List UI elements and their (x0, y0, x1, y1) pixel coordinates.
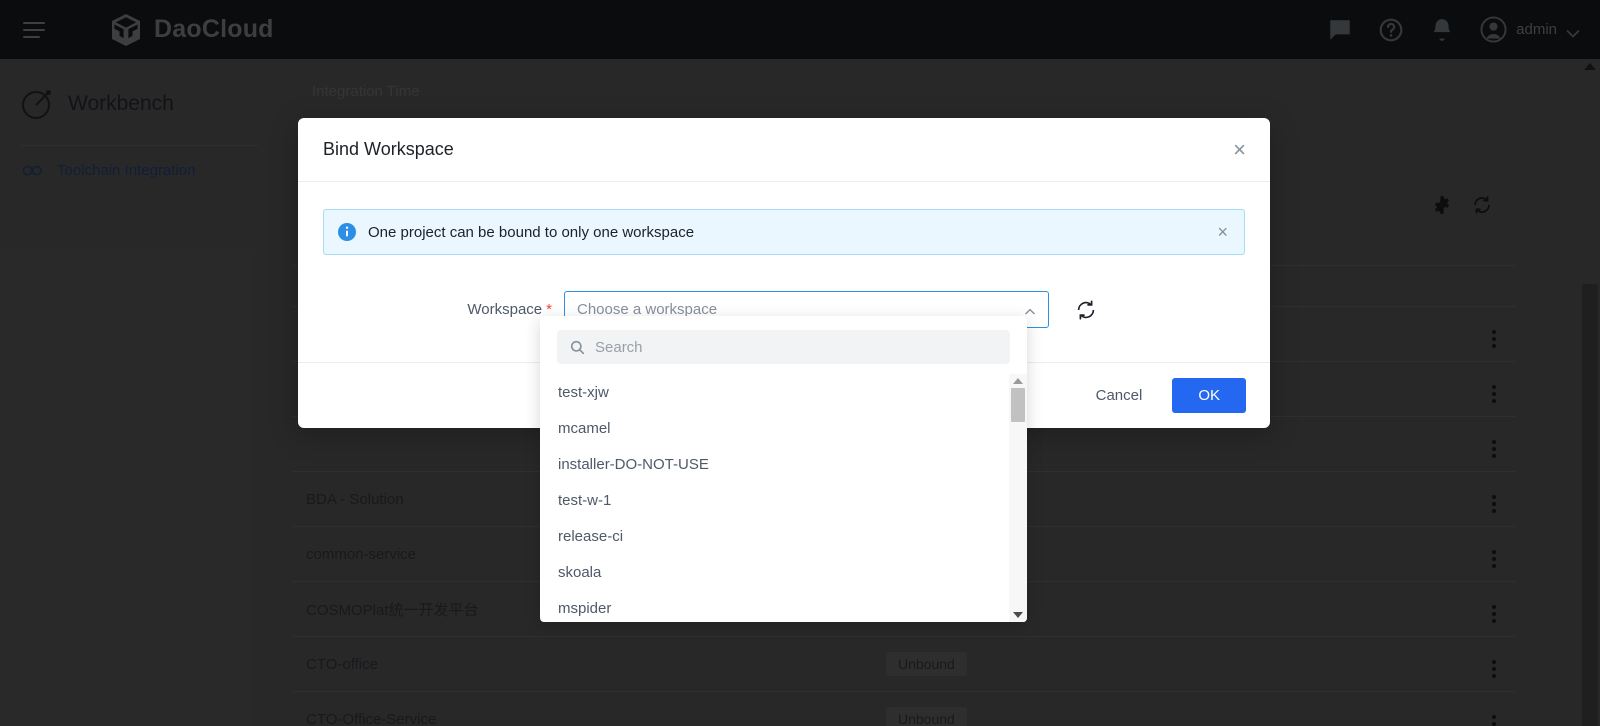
chat-icon[interactable] (1327, 17, 1353, 43)
table-row[interactable]: CTO-Office-Service Unbound (292, 691, 1516, 726)
scroll-up-arrow-icon[interactable] (1584, 63, 1596, 70)
workbench-subtitle: (Ad... (193, 96, 228, 112)
workspace-dropdown: Search test-xjw mcamel installer-DO-NOT-US… (540, 316, 1027, 622)
status-badge: Unbound (886, 707, 967, 726)
cell-actions (1372, 581, 1516, 637)
hamburger-icon[interactable] (23, 21, 45, 38)
cell-project-name: CTO-Office-Service (292, 691, 872, 726)
gear-icon[interactable] (1432, 195, 1452, 215)
row-menu-icon[interactable] (1492, 329, 1502, 348)
cell-actions (1372, 471, 1516, 527)
dropdown-search-wrap: Search (540, 316, 1027, 374)
search-icon (570, 340, 585, 354)
row-menu-icon[interactable] (1492, 549, 1502, 568)
cell-time (1172, 691, 1372, 726)
panel-toolbar (1432, 195, 1492, 215)
table-row[interactable]: CTO-office Unbound (292, 636, 1516, 692)
chevron-down-icon (1566, 25, 1580, 38)
integration-time-filter[interactable]: Integration Time (312, 83, 420, 100)
topbar-actions: admin (1327, 0, 1580, 59)
dropdown-option[interactable]: mcamel (540, 410, 1027, 446)
filter-bar: Integration Time (292, 65, 1516, 126)
alert-close-icon[interactable]: × (1217, 222, 1228, 243)
cell-actions (1372, 691, 1516, 726)
search-placeholder: Search (595, 338, 643, 356)
cell-actions (1372, 416, 1516, 472)
cell-time (1172, 471, 1372, 527)
dropdown-option-list: test-xjw mcamel installer-DO-NOT-USE test-w… (540, 374, 1027, 622)
info-icon (338, 223, 356, 241)
avatar (1480, 16, 1507, 43)
brand-name: DaoCloud (154, 15, 274, 43)
row-menu-icon[interactable] (1492, 714, 1502, 726)
username-label: admin (1516, 21, 1557, 38)
chevron-up-icon (1024, 305, 1036, 317)
screen: Workbench (Ad... Toolchain Integration I… (0, 0, 1600, 726)
workbench-icon (20, 87, 54, 121)
dropdown-option[interactable]: installer-DO-NOT-USE (540, 446, 1027, 482)
dialog-title: Bind Workspace (323, 139, 454, 159)
info-alert: One project can be bound to only one wor… (323, 209, 1245, 255)
brand[interactable]: DaoCloud (110, 13, 274, 47)
row-menu-icon[interactable] (1492, 604, 1502, 623)
dropdown-option[interactable]: mspider (540, 590, 1027, 622)
help-icon[interactable] (1378, 17, 1404, 43)
dropdown-option[interactable]: release-ci (540, 518, 1027, 554)
sidebar-item-label: Toolchain Integration (57, 162, 196, 179)
row-menu-icon[interactable] (1492, 659, 1502, 678)
cell-time (1172, 526, 1372, 582)
th-actions (1372, 265, 1516, 307)
cancel-button[interactable]: Cancel (1078, 378, 1161, 413)
user-menu[interactable]: admin (1480, 16, 1580, 43)
search-input[interactable]: Search (557, 330, 1010, 364)
cell-project-name: CTO-office (292, 636, 872, 692)
dropdown-option[interactable]: skoala (540, 554, 1027, 590)
dropdown-scrollbar-thumb[interactable] (1011, 388, 1025, 422)
dropdown-option[interactable]: test-xjw (540, 374, 1027, 410)
workbench-title: Workbench (68, 92, 174, 115)
caret-down-icon[interactable] (1013, 612, 1023, 618)
bell-icon[interactable] (1429, 17, 1455, 43)
refresh-icon[interactable] (1472, 195, 1492, 215)
row-menu-icon[interactable] (1492, 384, 1502, 403)
cell-status: Unbound (872, 691, 1172, 726)
dialog-body: One project can be bound to only one wor… (298, 182, 1270, 328)
cell-time (1172, 636, 1372, 692)
workspace-label: Workspace * (323, 301, 564, 318)
status-badge: Unbound (886, 652, 967, 676)
cell-actions (1372, 306, 1516, 362)
infinity-icon (22, 163, 44, 179)
cell-actions (1372, 526, 1516, 582)
caret-up-icon[interactable] (1013, 378, 1023, 384)
dropdown-scrollbar[interactable] (1009, 374, 1027, 622)
sidebar: Workbench (Ad... Toolchain Integration (0, 59, 278, 726)
cell-actions (1372, 636, 1516, 692)
page-scrollbar-thumb[interactable] (1582, 284, 1598, 726)
daocloud-logo-icon (110, 13, 142, 47)
dialog-header: Bind Workspace × (298, 118, 1270, 182)
alert-text: One project can be bound to only one wor… (368, 223, 695, 241)
workspace-label-text: Workspace (467, 301, 543, 318)
page-scrollbar[interactable] (1580, 59, 1600, 726)
cell-status: Unbound (872, 636, 1172, 692)
ok-button[interactable]: OK (1172, 378, 1246, 413)
workbench-header[interactable]: Workbench (Ad... (0, 59, 278, 121)
top-navigation-bar: DaoCloud admin (0, 0, 1600, 59)
dropdown-options-container: test-xjw mcamel installer-DO-NOT-USE test-w… (540, 374, 1027, 622)
refresh-workspaces-icon[interactable] (1075, 299, 1097, 321)
sidebar-item-toolchain-integration[interactable]: Toolchain Integration (0, 146, 278, 179)
cell-actions (1372, 361, 1516, 417)
row-menu-icon[interactable] (1492, 439, 1502, 458)
close-icon[interactable]: × (1233, 138, 1246, 161)
row-menu-icon[interactable] (1492, 494, 1502, 513)
dropdown-option[interactable]: test-w-1 (540, 482, 1027, 518)
cell-time (1172, 581, 1372, 637)
